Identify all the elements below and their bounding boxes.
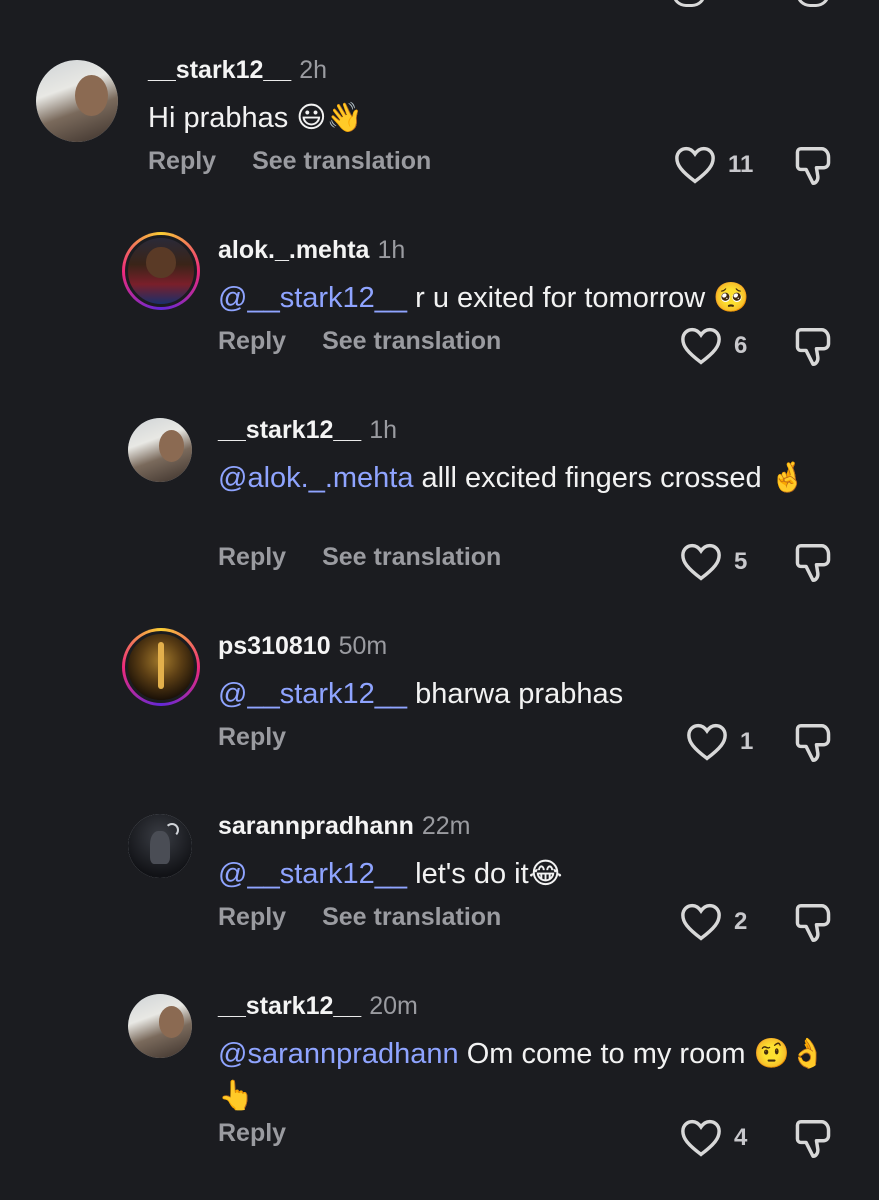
like-count: 4: [734, 1124, 748, 1151]
avatar[interactable]: [122, 628, 200, 706]
reply-button[interactable]: Reply: [218, 723, 286, 751]
see-translation-button[interactable]: See translation: [252, 147, 431, 175]
see-translation-button[interactable]: See translation: [322, 543, 501, 571]
comment-time: 1h: [369, 416, 398, 444]
mention-link[interactable]: @__stark12__: [218, 282, 407, 314]
reply-button[interactable]: Reply: [218, 543, 286, 571]
heart-icon[interactable]: [680, 543, 722, 581]
heart-icon[interactable]: [686, 723, 728, 761]
thumbs-down-icon[interactable]: [794, 902, 832, 944]
thumbs-down-icon[interactable]: [794, 722, 832, 764]
comment-text: @__stark12__ r u exited for tomorrow 🥺: [218, 282, 750, 314]
comment-username[interactable]: __stark12__ 1h: [218, 416, 397, 445]
mention-link[interactable]: @alok._.mehta: [218, 462, 413, 494]
comment-username[interactable]: alok._.mehta 1h: [218, 236, 405, 265]
partial-heart-icon: [672, 0, 706, 7]
partial-dislike-icon: [796, 0, 830, 7]
like-count: 5: [734, 548, 748, 575]
comment-text: @sarannpradhann Om come to my room 🤨👌👆: [218, 1038, 826, 1112]
comment-actions: Reply See translation: [218, 327, 537, 356]
comment-text: @alok._.mehta alll excited fingers cross…: [218, 462, 806, 494]
comment-actions: Reply See translation: [218, 903, 537, 932]
reply-button[interactable]: Reply: [218, 1119, 286, 1147]
comment-time: 2h: [299, 56, 328, 84]
comment-text: @__stark12__ let's do it😂: [218, 858, 563, 890]
mention-link[interactable]: @sarannpradhann: [218, 1038, 459, 1070]
mention-link[interactable]: @__stark12__: [218, 858, 407, 890]
thumbs-down-icon[interactable]: [794, 1118, 832, 1160]
heart-icon[interactable]: [680, 327, 722, 365]
thumbs-down-icon[interactable]: [794, 326, 832, 368]
avatar[interactable]: [36, 60, 118, 142]
comment-time: 50m: [338, 632, 388, 660]
comment-actions: Reply See translation: [148, 147, 467, 176]
reply-button[interactable]: Reply: [218, 903, 286, 931]
avatar[interactable]: [128, 814, 192, 878]
see-translation-button[interactable]: See translation: [322, 327, 501, 355]
comment-username[interactable]: sarannpradhann 22m: [218, 812, 471, 841]
comment-time: 20m: [369, 992, 418, 1020]
comment-text: @__stark12__ bharwa prabhas: [218, 678, 624, 710]
like-count: 2: [734, 908, 748, 935]
comment-actions: Reply See translation: [218, 543, 537, 572]
comment-actions: Reply: [218, 1119, 322, 1148]
comment-time: 1h: [377, 236, 406, 264]
mention-link[interactable]: @__stark12__: [218, 678, 407, 710]
see-translation-button[interactable]: See translation: [322, 903, 501, 931]
comment-text: Hi prabhas 😃👋: [148, 102, 363, 134]
comment-username[interactable]: __stark12__ 2h: [148, 56, 327, 85]
comment-username[interactable]: __stark12__ 20m: [218, 992, 418, 1021]
avatar[interactable]: [128, 994, 192, 1058]
reply-button[interactable]: Reply: [148, 147, 216, 175]
heart-icon[interactable]: [674, 146, 716, 184]
avatar[interactable]: [122, 232, 200, 310]
like-count: 1: [740, 728, 754, 755]
comment-actions: Reply: [218, 723, 322, 752]
avatar[interactable]: [128, 418, 192, 482]
comment-username[interactable]: ps310810 50m: [218, 632, 387, 661]
thumbs-down-icon[interactable]: [794, 542, 832, 584]
thumbs-down-icon[interactable]: [794, 145, 832, 187]
reply-button[interactable]: Reply: [218, 327, 286, 355]
heart-icon[interactable]: [680, 1119, 722, 1157]
like-count: 6: [734, 332, 748, 359]
heart-icon[interactable]: [680, 903, 722, 941]
comment-time: 22m: [421, 812, 471, 840]
like-count: 11: [728, 151, 754, 178]
